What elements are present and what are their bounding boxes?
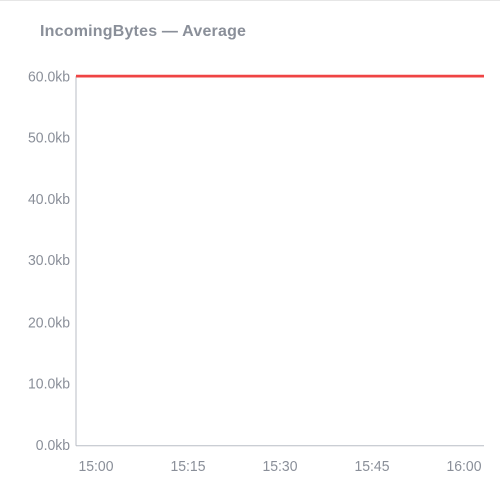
x-tick-1600: 16:00 xyxy=(447,459,482,475)
y-tick-label: 30.0kb xyxy=(28,253,70,269)
y-tick-label: 40.0kb xyxy=(28,192,70,208)
y-tick-label: 0.0kb xyxy=(36,438,70,454)
x-tick-1515: 15:15 xyxy=(171,459,206,475)
y-tick-label: 10.0kb xyxy=(28,376,70,392)
x-tick-1545: 15:45 xyxy=(355,459,390,475)
x-axis: 15:00 15:15 15:30 15:45 16:00 xyxy=(76,446,484,475)
panel-title: IncomingBytes — Average xyxy=(40,23,246,41)
y-tick-60: 60.0kb xyxy=(28,69,70,85)
x-tick-label: 15:15 xyxy=(171,459,206,475)
line-chart: 60.0kb 50.0kb 40.0kb 30.0kb 20.0kb 10.0k… xyxy=(16,55,484,488)
chart-area: 60.0kb 50.0kb 40.0kb 30.0kb 20.0kb 10.0k… xyxy=(16,55,484,488)
x-tick-1530: 15:30 xyxy=(263,459,298,475)
x-tick-label: 16:00 xyxy=(447,459,482,475)
y-tick-30: 30.0kb xyxy=(28,253,70,269)
y-tick-20: 20.0kb xyxy=(28,315,70,331)
y-tick-10: 10.0kb xyxy=(28,376,70,392)
y-tick-label: 20.0kb xyxy=(28,315,70,331)
x-tick-label: 15:45 xyxy=(355,459,390,475)
metric-panel: IncomingBytes — Average 60.0kb 50.0kb 40… xyxy=(0,0,500,500)
x-tick-1500: 15:00 xyxy=(79,459,114,475)
y-tick-0: 0.0kb xyxy=(36,438,70,454)
x-tick-label: 15:30 xyxy=(263,459,298,475)
x-tick-label: 15:00 xyxy=(79,459,114,475)
panel-title-row: IncomingBytes — Average xyxy=(16,17,484,55)
y-tick-label: 50.0kb xyxy=(28,130,70,146)
y-tick-40: 40.0kb xyxy=(28,192,70,208)
y-tick-label: 60.0kb xyxy=(28,69,70,85)
y-tick-50: 50.0kb xyxy=(28,130,70,146)
y-axis: 60.0kb 50.0kb 40.0kb 30.0kb 20.0kb 10.0k… xyxy=(28,69,76,454)
